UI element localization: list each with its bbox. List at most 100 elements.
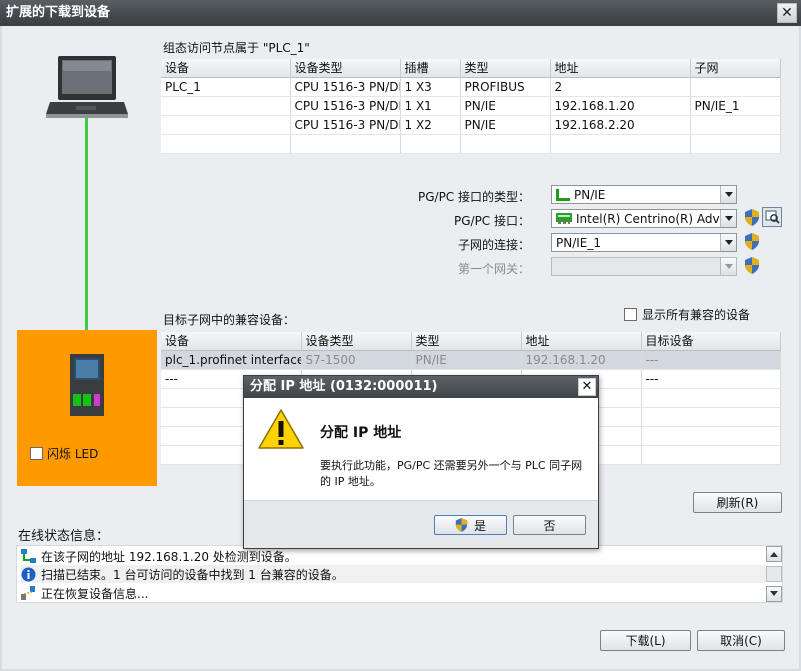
pgpc-type-value: PN/IE xyxy=(574,187,606,202)
scrollbar-thumb[interactable] xyxy=(766,566,782,582)
table-cell: 192.168.1.20 xyxy=(521,350,642,370)
status-message: 正在恢复设备信息... xyxy=(21,584,148,602)
table-cell: CPU 1516-3 PN/DP xyxy=(290,96,401,116)
table-row[interactable]: CPU 1516-3 PN/DP 1 X1 PN/IE 192.168.1.20… xyxy=(161,96,781,116)
col-header-target-device[interactable]: 目标设备 xyxy=(641,332,781,351)
shield-icon[interactable] xyxy=(744,257,760,274)
online-status-caption: 在线状态信息： xyxy=(18,529,110,544)
info-icon xyxy=(21,567,36,581)
table-cell: --- xyxy=(641,369,781,389)
dialog-titlebar: 分配 IP 地址 (0132:000011) ✕ xyxy=(244,376,598,398)
status-text: 扫描已结束。1 台可访问的设备中找到 1 台兼容的设备。 xyxy=(41,567,344,582)
subnet-label: 子网的连接： xyxy=(457,238,530,252)
online-status-list: 在该子网的地址 192.168.1.20 处检测到设备。 扫描已结束。1 台可访… xyxy=(16,545,783,603)
dialog-button-bar: 是 否 xyxy=(244,500,598,548)
no-button[interactable]: 否 xyxy=(513,515,586,535)
table-cell xyxy=(290,134,401,154)
status-text: 正在恢复设备信息... xyxy=(41,586,149,601)
refresh-button[interactable]: 刷新(R) xyxy=(693,492,782,513)
flash-led-checkbox-box[interactable] xyxy=(30,447,43,460)
cancel-button[interactable]: 取消(C) xyxy=(697,630,785,651)
diagnostics-icon[interactable] xyxy=(762,207,782,227)
yes-label: 是 xyxy=(473,518,486,533)
table-cell: 1 X1 xyxy=(400,96,461,116)
shield-icon[interactable] xyxy=(744,233,760,250)
configured-access-header: 设备 设备类型 插槽 类型 地址 子网 xyxy=(161,59,781,78)
dialog-close-button[interactable]: ✕ xyxy=(578,378,596,396)
window-titlebar: 扩展的下载到设备 ✕ xyxy=(0,0,801,26)
col-header-device-type[interactable]: 设备类型 xyxy=(301,332,412,351)
show-all-compatible-checkbox[interactable]: 显示所有兼容的设备 xyxy=(624,306,750,323)
shield-icon xyxy=(455,518,468,532)
shield-icon[interactable] xyxy=(744,209,760,226)
table-row xyxy=(161,134,781,154)
target-devices-header: 设备 设备类型 类型 地址 目标设备 xyxy=(161,332,781,351)
download-button[interactable]: 下载(L) xyxy=(600,630,691,651)
table-cell xyxy=(690,77,781,97)
scroll-up-button[interactable] xyxy=(766,546,782,562)
col-header-type[interactable]: 类型 xyxy=(411,332,522,351)
col-header-type[interactable]: 类型 xyxy=(460,59,551,78)
chevron-down-icon[interactable] xyxy=(720,234,736,251)
table-cell xyxy=(161,134,291,154)
table-cell xyxy=(161,96,291,116)
dialog-heading: 分配 IP 地址 xyxy=(320,425,402,441)
pgpc-type-select[interactable]: PN/IE xyxy=(551,185,737,204)
table-cell: S7-1500 xyxy=(301,350,412,370)
yes-button[interactable]: 是 xyxy=(434,515,507,535)
col-header-device[interactable]: 设备 xyxy=(161,332,302,351)
col-header-device-type[interactable]: 设备类型 xyxy=(290,59,401,78)
plc-device-icon xyxy=(70,354,104,416)
col-header-device[interactable]: 设备 xyxy=(161,59,291,78)
dialog-message: 要执行此功能，PG/PC 还需要另外一个与 PLC 同子网的 IP 地址。 xyxy=(320,459,583,488)
chevron-down-icon[interactable] xyxy=(720,186,736,203)
pgpc-type-label: PG/PC 接口的类型： xyxy=(417,190,530,204)
pgpc-interface-value: Intel(R) Centrino(R) Adva... xyxy=(576,211,726,226)
table-cell: plc_1.profinet interface... xyxy=(161,350,302,370)
window-title: 扩展的下载到设备 xyxy=(6,5,111,20)
flash-led-checkbox[interactable]: 闪烁 LED xyxy=(30,445,98,462)
window-close-button[interactable]: ✕ xyxy=(777,3,797,23)
table-row[interactable]: CPU 1516-3 PN/DP 1 X2 PN/IE 192.168.2.20 xyxy=(161,115,781,135)
pgpc-interface-select[interactable]: Intel(R) Centrino(R) Adva... xyxy=(551,209,737,228)
progress-icon xyxy=(21,585,35,600)
network-card-icon xyxy=(556,213,572,224)
status-message: 在该子网的地址 192.168.1.20 处检测到设备。 xyxy=(21,547,297,565)
show-all-checkbox-box[interactable] xyxy=(624,308,637,321)
table-cell: PN/IE xyxy=(411,350,522,370)
table-row[interactable]: PLC_1 CPU 1516-3 PN/DP 1 X3 PROFIBUS 2 xyxy=(161,77,781,97)
table-cell xyxy=(460,134,551,154)
gateway-select[interactable] xyxy=(551,257,737,276)
gateway-label: 第一个网关： xyxy=(457,262,530,276)
assign-ip-dialog: 分配 IP 地址 (0132:000011) ✕ 分配 IP 地址 要执行此功能… xyxy=(243,375,599,549)
warning-icon xyxy=(258,409,304,449)
table-cell: PN/IE xyxy=(460,96,551,116)
target-devices-caption: 目标子网中的兼容设备： xyxy=(163,313,296,327)
col-header-address[interactable]: 地址 xyxy=(550,59,691,78)
configured-access-table: 设备 设备类型 插槽 类型 地址 子网 PLC_1 CPU 1516-3 PN/… xyxy=(161,59,781,154)
table-cell: PN/IE_1 xyxy=(690,96,781,116)
subnet-value: PN/IE_1 xyxy=(556,235,602,250)
network-icon xyxy=(21,549,36,563)
configured-access-caption: 组态访问节点属于 "PLC_1" xyxy=(163,41,310,55)
table-cell: --- xyxy=(641,350,781,370)
table-cell: 1 X2 xyxy=(400,115,461,135)
pn-ie-icon xyxy=(556,188,570,201)
subnet-select[interactable]: PN/IE_1 xyxy=(551,233,737,252)
chevron-down-icon[interactable] xyxy=(720,210,736,227)
network-link-line xyxy=(85,118,88,354)
table-cell: 192.168.1.20 xyxy=(550,96,691,116)
show-all-label: 显示所有兼容的设备 xyxy=(642,308,751,322)
status-message: 扫描已结束。1 台可访问的设备中找到 1 台兼容的设备。 xyxy=(21,565,766,583)
scroll-down-button[interactable] xyxy=(766,586,782,602)
col-header-slot[interactable]: 插槽 xyxy=(400,59,461,78)
table-row-selected[interactable]: plc_1.profinet interface... S7-1500 PN/I… xyxy=(161,350,781,370)
col-header-subnet[interactable]: 子网 xyxy=(690,59,781,78)
table-cell: PN/IE xyxy=(460,115,551,135)
table-cell xyxy=(550,134,691,154)
pg-pc-icon xyxy=(46,56,128,118)
col-header-address[interactable]: 地址 xyxy=(521,332,642,351)
chevron-down-icon[interactable] xyxy=(720,258,736,275)
table-cell xyxy=(690,115,781,135)
table-cell: 2 xyxy=(550,77,691,97)
